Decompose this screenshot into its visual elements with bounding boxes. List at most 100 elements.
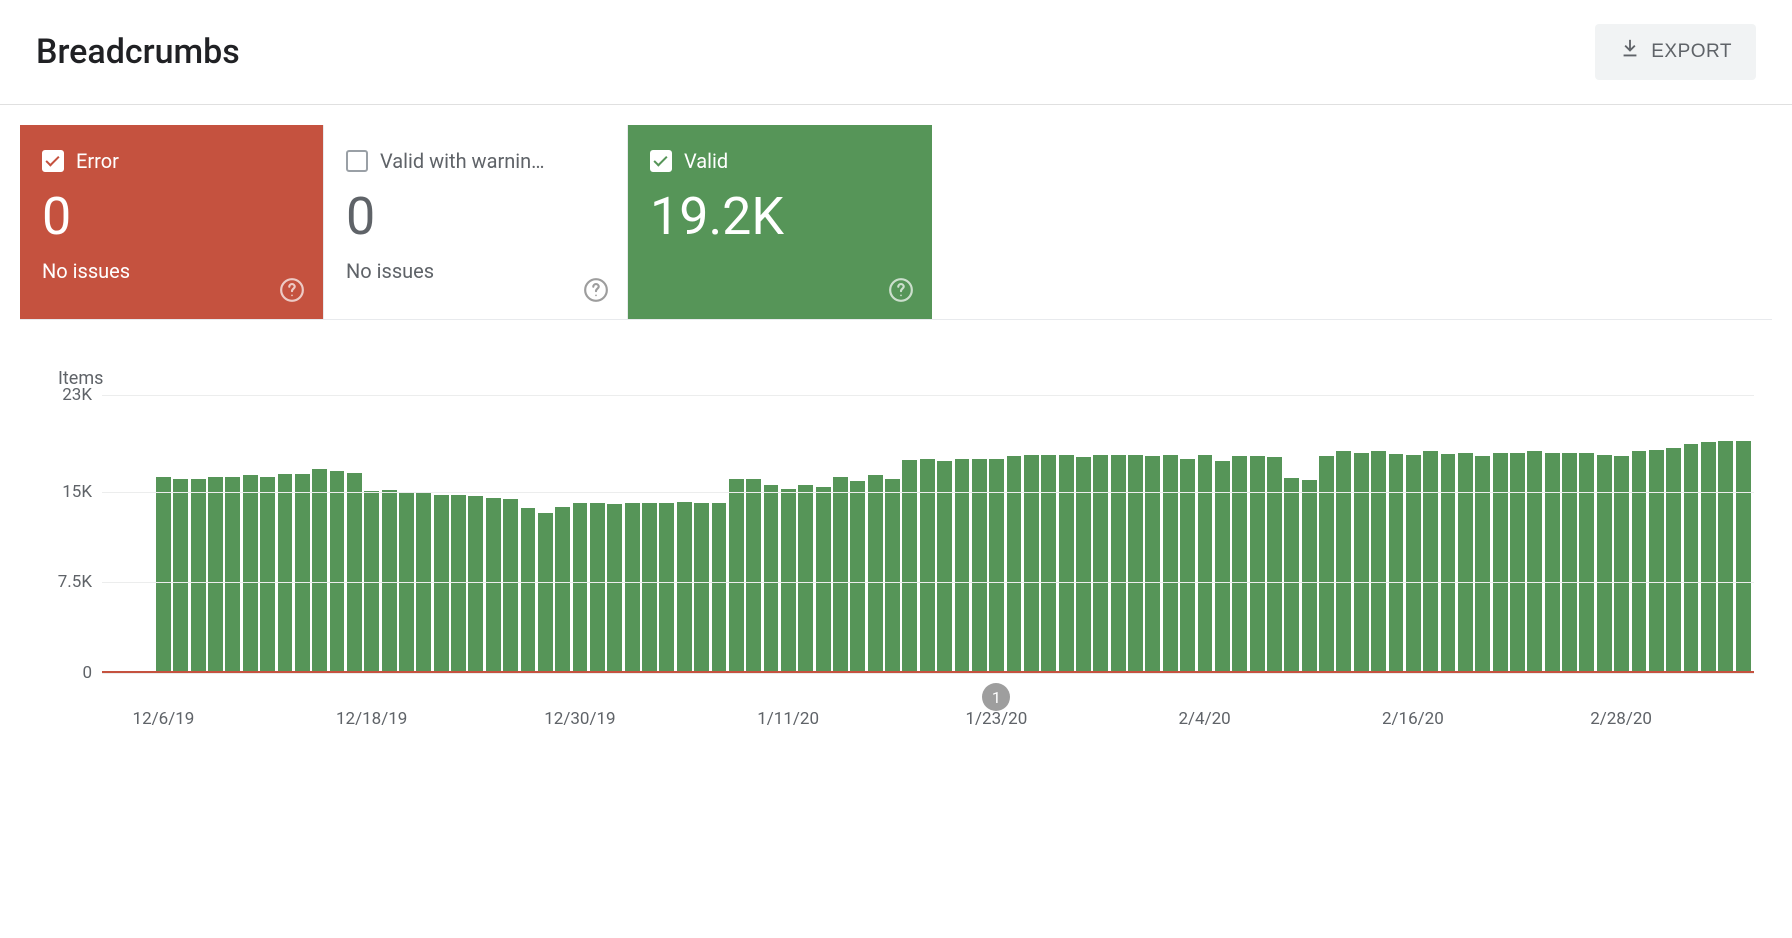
card-warning[interactable]: Valid with warnin… 0 No issues	[324, 125, 628, 319]
chart-bar	[729, 479, 744, 671]
chart-bar	[382, 490, 397, 671]
chart-bar	[1684, 444, 1699, 671]
chart-bar	[156, 477, 171, 671]
download-icon	[1619, 38, 1641, 66]
chart-ytick: 7.5K	[58, 572, 92, 592]
chart-bar	[468, 496, 483, 671]
chart-bar	[1510, 453, 1525, 671]
chart-bar	[1389, 454, 1404, 671]
chart-bar	[712, 503, 727, 671]
help-icon[interactable]	[583, 277, 609, 303]
chart-bar	[1284, 478, 1299, 671]
chart-bar	[1458, 453, 1473, 671]
chart-xtick: 2/28/20	[1590, 709, 1652, 729]
content: Error 0 No issues Valid with warnin… 0 N…	[0, 105, 1792, 791]
chart-bar	[330, 471, 345, 671]
chart-bar	[1562, 453, 1577, 671]
chart-bar	[1267, 457, 1282, 671]
chart-bar	[1545, 453, 1560, 671]
chart-bar	[868, 475, 883, 671]
chart-bar	[1059, 455, 1074, 671]
chart-ytick: 15K	[62, 482, 92, 502]
chart-bar	[590, 503, 605, 671]
chart-bar	[1024, 455, 1039, 671]
chart-bar	[243, 475, 258, 671]
chart-bar	[1527, 451, 1542, 671]
chart-ylabel: Items	[58, 368, 1754, 389]
chart-xtick: 1/11/20	[757, 709, 819, 729]
chart-xtick: 1/23/20	[965, 709, 1027, 729]
chart-bar	[1632, 451, 1647, 671]
card-error-value: 0	[42, 191, 301, 243]
chart-bar	[1145, 456, 1160, 671]
chart-bar	[1493, 453, 1508, 671]
chart-bar	[1250, 456, 1265, 671]
chart-bar	[1232, 456, 1247, 671]
chart-bar	[955, 459, 970, 671]
chart-bar	[191, 479, 206, 671]
chart-gridline	[102, 395, 1754, 396]
checkbox-checked-icon	[650, 150, 672, 172]
chart-bar	[295, 474, 310, 671]
chart-bar	[1302, 480, 1317, 671]
chart-bar	[781, 489, 796, 671]
checkbox-checked-icon	[42, 150, 64, 172]
chart-bar	[1423, 451, 1438, 671]
chart-bar	[625, 503, 640, 671]
chart-bar	[1649, 450, 1664, 671]
chart: Items 23K15K7.5K0 1 12/6/1912/18/1912/30…	[20, 320, 1772, 763]
chart-bar	[278, 474, 293, 671]
chart-bar	[521, 508, 536, 671]
chart-gridline	[102, 582, 1754, 583]
chart-bar	[1128, 455, 1143, 671]
chart-bar	[347, 473, 362, 671]
chart-bar	[260, 477, 275, 671]
chart-bar	[764, 485, 779, 671]
chart-bar	[607, 504, 622, 671]
chart-bar	[1371, 451, 1386, 671]
chart-bar	[1319, 456, 1334, 671]
chart-bar	[364, 491, 379, 671]
chart-bar	[920, 459, 935, 671]
chart-bar	[312, 469, 327, 671]
status-cards: Error 0 No issues Valid with warnin… 0 N…	[20, 125, 1772, 320]
chart-bar	[503, 499, 518, 671]
card-error[interactable]: Error 0 No issues	[20, 125, 324, 319]
chart-bar	[1336, 451, 1351, 671]
chart-xtick: 12/6/19	[133, 709, 195, 729]
chart-ytick: 0	[82, 663, 92, 683]
chart-bar	[798, 485, 813, 671]
chart-bar	[1076, 457, 1091, 671]
chart-bar	[694, 503, 709, 671]
chart-bar	[746, 479, 761, 671]
chart-bar	[1093, 455, 1108, 671]
help-icon[interactable]	[888, 277, 914, 303]
chart-plot: 1	[102, 395, 1754, 673]
chart-bar	[1354, 453, 1369, 671]
card-valid[interactable]: Valid 19.2K	[628, 125, 932, 319]
chart-bar	[1041, 455, 1056, 671]
chart-bar	[1718, 441, 1733, 671]
chart-bar	[1597, 455, 1612, 671]
chart-bar	[1475, 456, 1490, 671]
chart-xtick: 2/16/20	[1382, 709, 1444, 729]
chart-bar	[1736, 441, 1751, 671]
chart-yaxis: 23K15K7.5K0	[38, 395, 102, 673]
chart-bar	[1701, 442, 1716, 671]
chart-bar	[1198, 455, 1213, 671]
chart-gridline	[102, 492, 1754, 493]
chart-bar	[173, 479, 188, 671]
chart-bar	[989, 459, 1004, 671]
chart-bar	[1406, 455, 1421, 671]
card-valid-value: 19.2K	[650, 191, 910, 243]
chart-bar	[1614, 456, 1629, 671]
help-icon[interactable]	[279, 277, 305, 303]
chart-bar	[1441, 454, 1456, 671]
chart-bar	[555, 507, 570, 671]
card-valid-label: Valid	[684, 149, 728, 173]
chart-bar	[208, 477, 223, 671]
chart-xtick: 2/4/20	[1178, 709, 1230, 729]
export-button[interactable]: EXPORT	[1595, 24, 1756, 80]
chart-bar	[885, 479, 900, 671]
chart-bar	[538, 513, 553, 671]
